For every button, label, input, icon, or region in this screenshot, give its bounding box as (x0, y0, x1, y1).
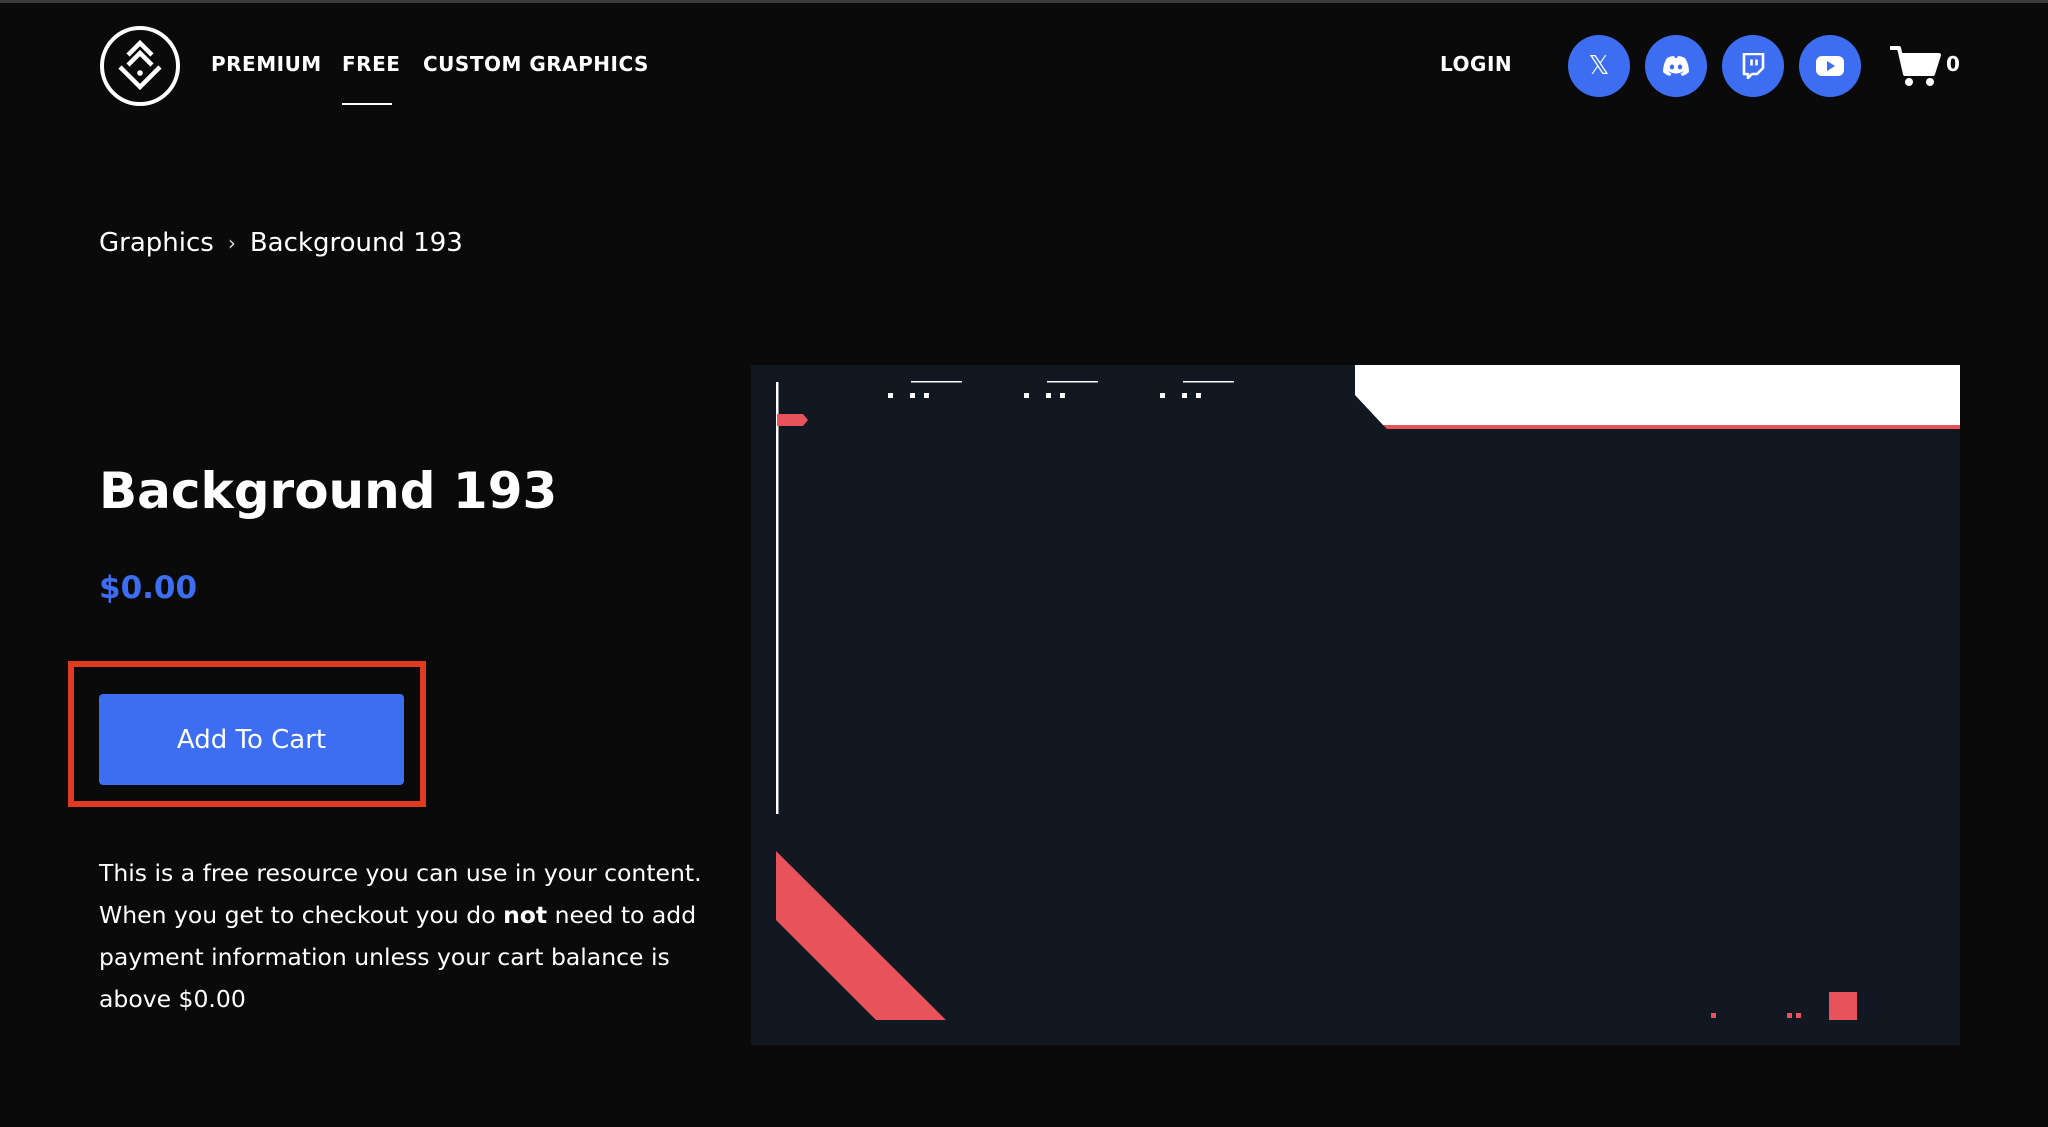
cart-icon[interactable] (1890, 44, 1942, 88)
breadcrumb-current: Background 193 (249, 228, 463, 258)
site-logo-icon[interactable] (99, 25, 181, 107)
breadcrumb-separator: › (227, 231, 236, 255)
discord-button[interactable] (1645, 35, 1707, 97)
nav-free[interactable]: FREE (342, 52, 400, 76)
twitch-button[interactable] (1722, 35, 1784, 97)
add-to-cart-button[interactable]: Add To Cart (99, 694, 404, 785)
breadcrumb: Graphics › Background 193 (99, 228, 463, 258)
product-title: Background 193 (99, 462, 558, 520)
site-header: PREMIUM FREE CUSTOM GRAPHICS LOGIN 𝕏 0 (0, 0, 2048, 132)
discord-icon (1663, 56, 1689, 76)
x-button[interactable]: 𝕏 (1568, 35, 1630, 97)
nav-custom-graphics[interactable]: CUSTOM GRAPHICS (423, 52, 649, 76)
nav-active-underline (342, 103, 392, 105)
product-description: This is a free resource you can use in y… (99, 852, 719, 1020)
product-preview-image (751, 365, 1960, 1045)
twitch-icon (1742, 53, 1765, 79)
x-icon: 𝕏 (1588, 51, 1610, 81)
description-emphasis: not (503, 901, 548, 929)
login-link[interactable]: LOGIN (1440, 52, 1512, 76)
youtube-button[interactable] (1799, 35, 1861, 97)
breadcrumb-graphics[interactable]: Graphics (99, 228, 214, 258)
product-price: $0.00 (99, 570, 198, 606)
nav-premium[interactable]: PREMIUM (211, 52, 322, 76)
cart-count: 0 (1946, 52, 1960, 76)
youtube-icon (1816, 56, 1844, 76)
